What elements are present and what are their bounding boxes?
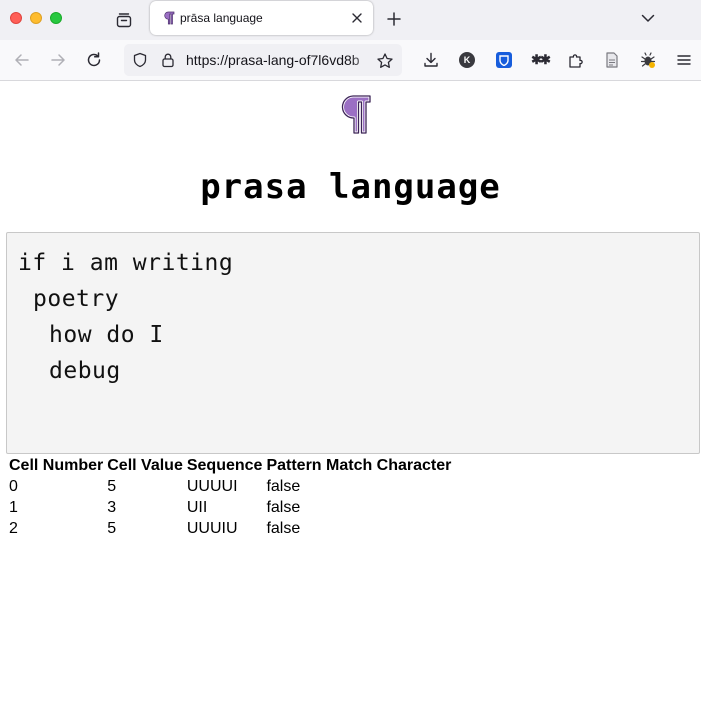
close-tab-icon[interactable] <box>349 10 365 26</box>
editor-line: if i am writing <box>18 250 234 276</box>
reload-button[interactable] <box>84 50 104 70</box>
bitwarden-shield-icon <box>496 52 512 68</box>
cell-number: 0 <box>9 477 18 495</box>
bookmark-star-icon[interactable] <box>376 52 394 70</box>
editor-line: poetry <box>33 286 120 312</box>
extensions-button[interactable] <box>566 50 586 70</box>
table-row: 1 3 UII false <box>7 497 453 518</box>
window-maximize-button[interactable] <box>50 12 62 24</box>
header-cell-number: Cell Number <box>9 456 104 474</box>
table-row: 2 5 UUUIU false <box>7 518 453 539</box>
app-menu-button[interactable] <box>674 50 694 70</box>
window-close-button[interactable] <box>10 12 22 24</box>
arrow-left-icon <box>15 54 29 66</box>
extension-stars-button[interactable]: ✱✱ <box>530 50 551 70</box>
arrow-right-icon <box>51 54 65 66</box>
url-text[interactable]: https://prasa-lang-of7l6vd8b <box>186 52 378 68</box>
header-cell-value: Cell Value <box>107 456 183 474</box>
tab-prasa-language[interactable]: prāsa language <box>150 1 373 35</box>
window-minimize-button[interactable] <box>30 12 42 24</box>
editor-line: debug <box>49 358 121 384</box>
header-pattern-match-character: Pattern Match Character <box>266 456 452 474</box>
sequence: UUUUI <box>186 477 238 495</box>
back-button[interactable] <box>12 50 32 70</box>
extension-k-icon: K <box>459 52 475 68</box>
bug-icon <box>640 52 656 68</box>
cell-value: 5 <box>107 519 117 537</box>
shield-icon[interactable] <box>132 52 148 68</box>
url-bar[interactable]: https://prasa-lang-of7l6vd8b <box>124 44 402 76</box>
document-icon <box>606 52 618 68</box>
navigation-toolbar: https://prasa-lang-of7l6vd8b K ✱✱ <box>0 40 701 81</box>
page-title: prasa language <box>200 167 501 207</box>
puzzle-piece-icon <box>569 54 583 68</box>
pattern-match: false <box>266 498 301 516</box>
extension-k-button[interactable]: K <box>457 50 477 70</box>
reader-view-button[interactable] <box>602 50 622 70</box>
editor-line: how do I <box>49 322 164 348</box>
cell-value: 5 <box>107 477 117 495</box>
table-row: 0 5 UUUUI false <box>7 476 453 497</box>
pattern-match: false <box>266 477 301 495</box>
pattern-match: false <box>266 519 301 537</box>
pilcrow-favicon-icon <box>164 11 175 25</box>
bug-extension-button[interactable] <box>638 50 658 70</box>
tab-title: prāsa language <box>180 11 263 25</box>
sequence: UUUIU <box>186 519 238 537</box>
pilcrow-logo-icon <box>341 94 372 135</box>
cell-number: 1 <box>9 498 18 516</box>
page-content: prasa language if i am writing poetry ho… <box>0 81 701 719</box>
header-sequence: Sequence <box>186 456 263 474</box>
bitwarden-extension-button[interactable] <box>494 50 514 70</box>
asterisks-icon: ✱✱ <box>531 52 551 67</box>
lock-icon[interactable] <box>160 52 176 68</box>
chevron-down-icon[interactable] <box>639 9 657 27</box>
firefox-view-icon[interactable] <box>112 8 136 32</box>
hamburger-menu-icon <box>677 55 691 65</box>
cell-value: 3 <box>107 498 117 516</box>
sequence: UII <box>186 498 208 516</box>
table-header-row: Cell Number Cell Value Sequence Pattern … <box>7 455 453 476</box>
poetry-code-editor[interactable]: if i am writing poetry how do I debug <box>6 232 700 454</box>
downloads-button[interactable] <box>421 50 441 70</box>
cell-number: 2 <box>9 519 18 537</box>
reload-icon <box>87 52 101 67</box>
cell-table: Cell Number Cell Value Sequence Pattern … <box>7 455 453 539</box>
new-tab-icon[interactable] <box>384 9 404 29</box>
tab-bar: prāsa language <box>0 0 701 40</box>
forward-button[interactable] <box>48 50 68 70</box>
download-icon <box>424 52 438 67</box>
